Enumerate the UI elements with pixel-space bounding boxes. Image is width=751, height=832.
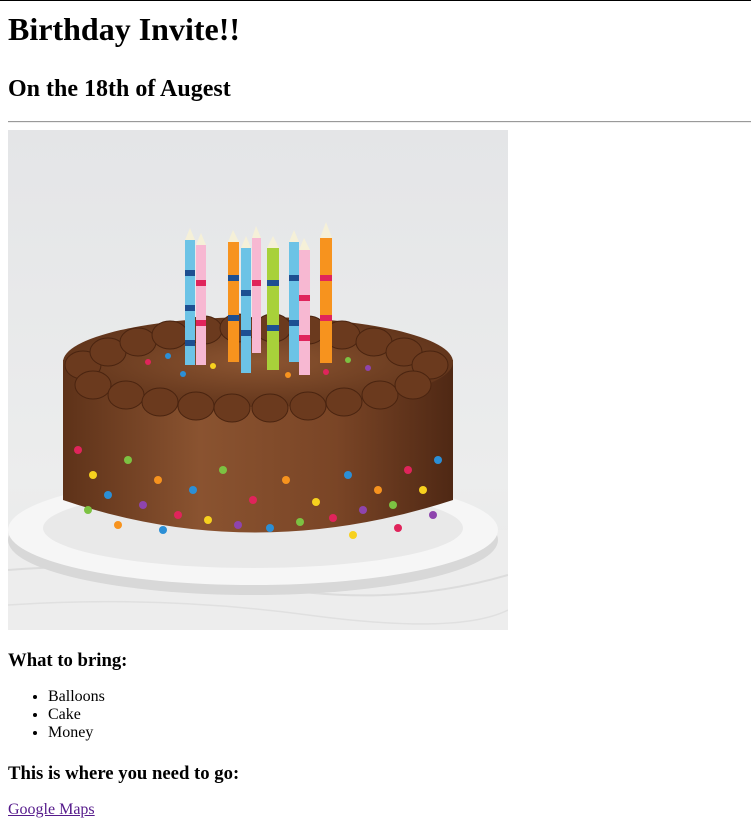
list-item: Money	[48, 724, 751, 742]
list-item: Cake	[48, 706, 751, 724]
page-title: Birthday Invite!!	[8, 11, 240, 47]
bring-heading: What to bring:	[8, 650, 128, 671]
location-heading: This is where you need to go:	[8, 763, 240, 784]
page-content: Birthday Invite!! On the 18th of Augest	[0, 11, 751, 819]
top-border	[0, 0, 751, 1]
bring-list: Balloons Cake Money	[8, 688, 751, 742]
horizontal-divider	[8, 121, 751, 123]
google-maps-link[interactable]: Google Maps	[8, 801, 95, 819]
list-item: Balloons	[48, 688, 751, 706]
cake-photo	[8, 130, 508, 630]
page-subtitle: On the 18th of Augest	[8, 76, 231, 102]
